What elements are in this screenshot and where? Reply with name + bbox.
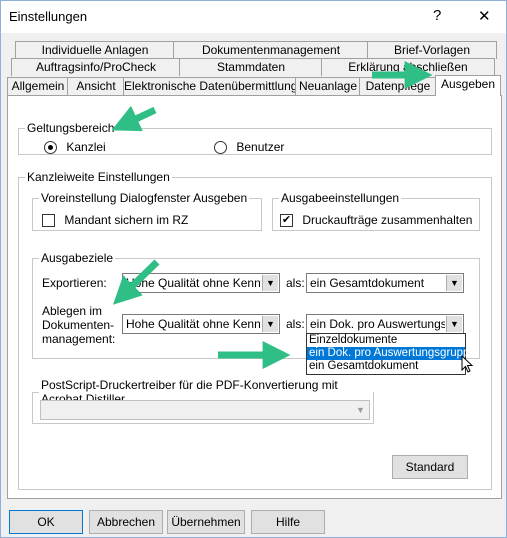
arrow-to-ablegen: [112, 259, 160, 305]
arrow-to-geltungsbereich: [111, 105, 157, 132]
annotation-arrows: [111, 61, 433, 369]
